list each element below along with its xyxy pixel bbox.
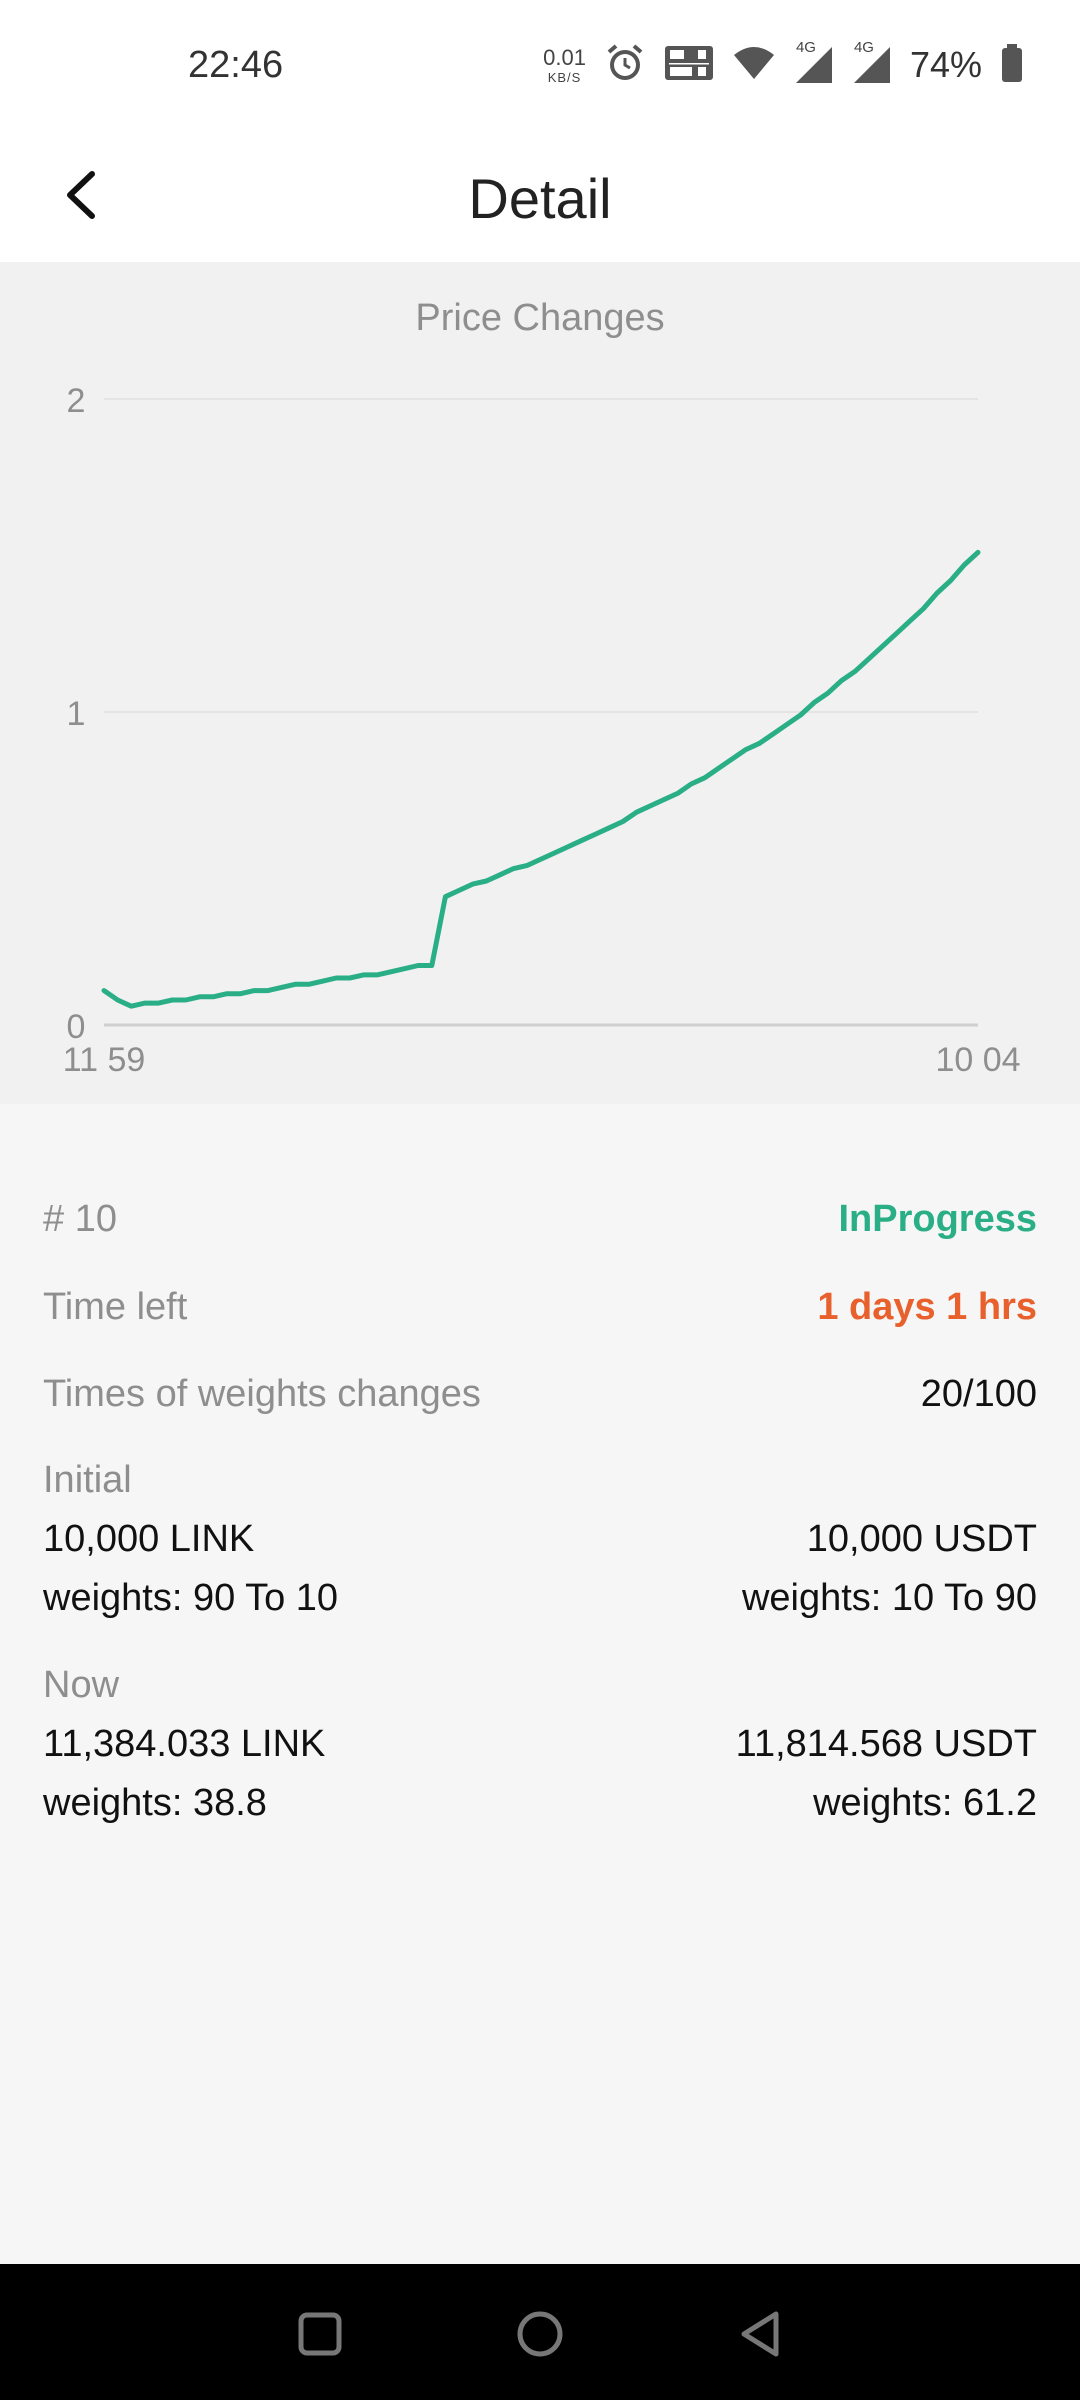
time-left-row: Time left 1 days 1 hrs <box>43 1286 1037 1329</box>
circle-icon <box>517 2311 563 2357</box>
battery-icon <box>1000 43 1024 88</box>
network-speed: 0.01 KB/S <box>543 44 586 85</box>
network-speed-unit: KB/S <box>547 69 582 85</box>
price-chart: Price Changes 0 1 2 11 59 10 04 <box>0 262 1080 1104</box>
id-status-row: # 10 InProgress <box>43 1198 1037 1241</box>
status-icons: 0.01 KB/S 4G 4G 74% <box>543 39 1024 90</box>
weights-changes-row: Times of weights changes 20/100 <box>43 1373 1037 1416</box>
square-icon <box>298 2312 342 2356</box>
time-left-label: Time left <box>43 1286 188 1328</box>
volte-icon <box>664 44 714 87</box>
now-left-amount: 11,384.033 LINK <box>43 1723 326 1765</box>
weights-changes-label: Times of weights changes <box>43 1373 481 1415</box>
now-right-amount: 11,814.568 USDT <box>735 1723 1037 1765</box>
system-nav-bar <box>0 2264 1080 2400</box>
signal-label: 4G <box>853 39 874 56</box>
recents-button[interactable] <box>280 2294 360 2374</box>
signal-label: 4G <box>795 39 816 56</box>
now-right-weights: weights: 61.2 <box>813 1782 1037 1824</box>
initial-right-amount: 10,000 USDT <box>806 1518 1037 1560</box>
y-tick-label: 2 <box>67 382 86 420</box>
initial-label: Initial <box>43 1459 132 1501</box>
status-time: 22:46 <box>188 44 284 86</box>
wifi-icon <box>732 45 776 86</box>
status-bar: 22:46 0.01 KB/S 4G 4G 74% <box>0 0 1080 135</box>
app-header: Detail <box>0 135 1080 262</box>
back-nav-button[interactable] <box>720 2294 800 2374</box>
initial-left-amount: 10,000 LINK <box>43 1518 255 1560</box>
status-badge: InProgress <box>838 1198 1037 1240</box>
time-left-value: 1 days 1 hrs <box>817 1286 1037 1328</box>
chevron-left-icon <box>67 171 95 219</box>
initial-left-weights: weights: 90 To 10 <box>43 1577 339 1619</box>
details-panel: # 10 InProgress Time left 1 days 1 hrs T… <box>0 1104 1080 2264</box>
y-tick-label: 1 <box>67 695 86 733</box>
back-button[interactable] <box>40 155 120 235</box>
price-chart-svg: Price Changes01211 59 10 04 <box>63 297 1021 1079</box>
initial-right-weights: weights: 10 To 90 <box>741 1577 1037 1619</box>
signal-icon: 4G <box>794 39 834 85</box>
weights-changes-value: 20/100 <box>920 1373 1037 1415</box>
chart-title: Price Changes <box>415 297 664 339</box>
home-button[interactable] <box>500 2294 580 2374</box>
network-speed-value: 0.01 <box>543 44 586 70</box>
alarm-icon <box>604 42 646 89</box>
x-tick-label: 11 59 <box>63 1041 146 1079</box>
signal-icon: 4G <box>852 39 892 85</box>
pool-id: # 10 <box>43 1198 117 1240</box>
x-tick-label: 10 04 <box>935 1041 1020 1079</box>
page-title: Detail <box>468 167 612 230</box>
now-left-weights: weights: 38.8 <box>43 1782 267 1824</box>
series-line <box>101 549 981 1009</box>
triangle-back-icon <box>741 2311 779 2357</box>
battery-percent: 74% <box>909 44 982 85</box>
now-label: Now <box>43 1664 120 1706</box>
